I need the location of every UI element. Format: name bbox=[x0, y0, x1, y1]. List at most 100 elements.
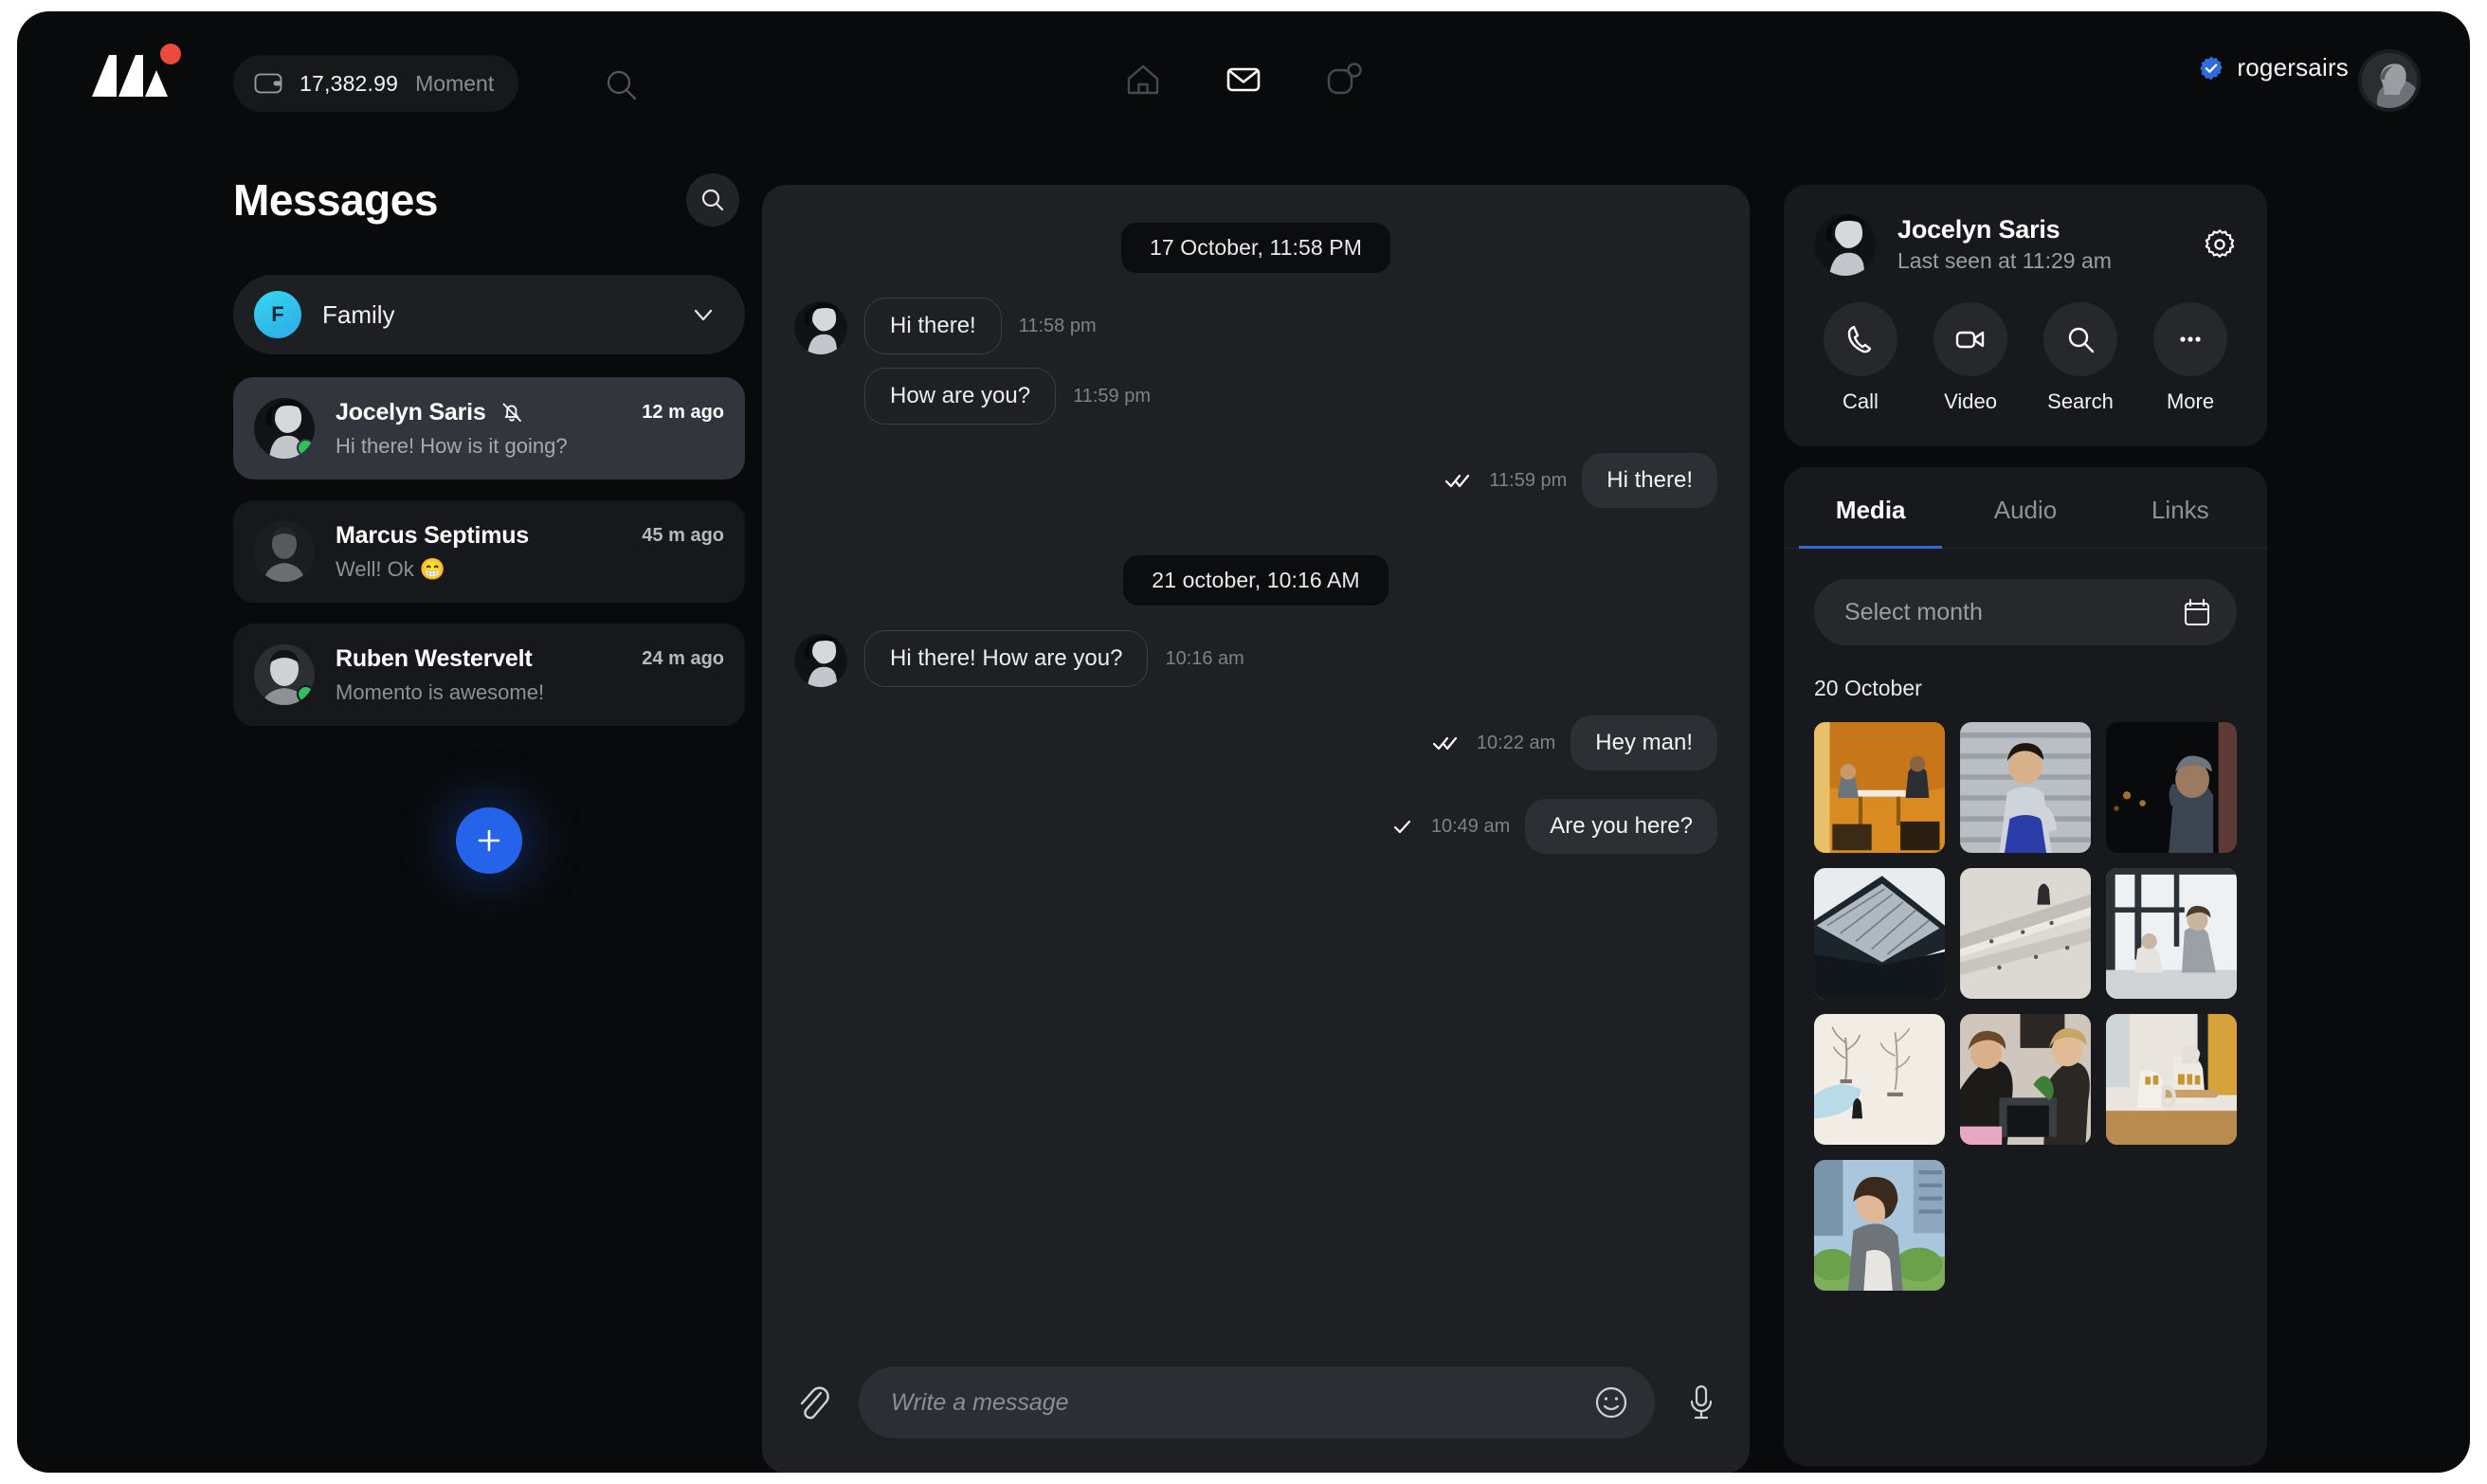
avatar[interactable] bbox=[2358, 49, 2421, 112]
plus-icon bbox=[475, 826, 503, 855]
action-label: More bbox=[2167, 389, 2214, 414]
list-item-preview: Well! Ok 😁 bbox=[336, 557, 724, 582]
message-time: 11:59 pm bbox=[1073, 386, 1151, 407]
media-thumbnail[interactable] bbox=[1814, 1014, 1945, 1145]
list-item-preview: Hi there! How is it going? bbox=[336, 434, 724, 459]
chevron-down-icon bbox=[690, 301, 717, 328]
media-thumbnail[interactable] bbox=[1814, 868, 1945, 999]
conversation-list: Jocelyn Saris 12 m ago Hi there! How is … bbox=[233, 377, 745, 726]
message-time: 10:49 am bbox=[1431, 816, 1510, 838]
media-thumbnail[interactable] bbox=[1814, 722, 1945, 853]
media-thumbnail[interactable] bbox=[1960, 722, 2091, 853]
gear-icon[interactable] bbox=[2203, 227, 2237, 262]
message-bubble: Hi there! bbox=[1582, 453, 1717, 508]
tab-media[interactable]: Media bbox=[1793, 467, 1948, 548]
quick-actions: Call Video bbox=[1814, 302, 2237, 414]
media-thumbnail[interactable] bbox=[2106, 722, 2237, 853]
search-icon[interactable] bbox=[603, 66, 641, 104]
double-check-icon bbox=[1433, 733, 1461, 752]
media-thumbnail[interactable] bbox=[1814, 1160, 1945, 1291]
avatar bbox=[794, 301, 847, 354]
message-bubble: Hi there! bbox=[864, 298, 1002, 354]
search-button[interactable]: Search bbox=[2034, 302, 2127, 414]
media-thumbnail[interactable] bbox=[2106, 1014, 2237, 1145]
online-indicator bbox=[297, 439, 315, 457]
outgoing-message-row: 10:22 am Hey man! bbox=[794, 715, 1717, 770]
chat-panel: 17 October, 11:58 PM Hi there! 11:58 bbox=[762, 185, 1750, 1473]
media-tabs: Media Audio Links bbox=[1784, 467, 2267, 549]
logo-notification-dot bbox=[160, 44, 181, 64]
day-separator-label: 21 october, 10:16 AM bbox=[1123, 555, 1388, 606]
new-conversation-button[interactable] bbox=[456, 807, 522, 874]
list-item-preview: Momento is awesome! bbox=[336, 680, 724, 705]
contact-name: Jocelyn Saris bbox=[1897, 215, 2203, 244]
calendar-icon bbox=[2182, 597, 2212, 627]
messages-sidebar: Messages F Family bbox=[233, 171, 745, 1431]
tab-links[interactable]: Links bbox=[2103, 467, 2258, 548]
phone-icon bbox=[1843, 322, 1878, 356]
list-item-time: 12 m ago bbox=[642, 402, 724, 424]
avatar bbox=[254, 521, 315, 582]
username-label: rogersairs bbox=[2237, 53, 2349, 82]
incoming-message-group: Hi there! 11:58 pm How are you? 11:59 pm bbox=[794, 298, 1717, 425]
list-item[interactable]: Marcus Septimus 45 m ago Well! Ok 😁 bbox=[233, 500, 745, 603]
sidebar-header: Messages bbox=[233, 171, 745, 229]
sidebar-search-button[interactable] bbox=[686, 173, 739, 226]
media-card: Media Audio Links Select month 20 Octobe… bbox=[1784, 467, 2267, 1466]
media-thumbnail[interactable] bbox=[1960, 1014, 2091, 1145]
more-button[interactable]: More bbox=[2144, 302, 2237, 414]
media-thumbnail[interactable] bbox=[2106, 868, 2237, 999]
online-indicator bbox=[297, 685, 315, 703]
tab-audio[interactable]: Audio bbox=[1948, 467, 2102, 548]
app-window: 17,382.99 Moment bbox=[17, 11, 2470, 1473]
message-time: 10:16 am bbox=[1165, 648, 1244, 670]
avatar bbox=[254, 644, 315, 705]
wallet-label: Moment bbox=[415, 71, 494, 97]
list-item[interactable]: Ruben Westervelt 24 m ago Momento is awe… bbox=[233, 624, 745, 726]
bell-badge-icon[interactable] bbox=[1323, 59, 1365, 100]
group-selector[interactable]: F Family bbox=[233, 275, 745, 354]
list-item[interactable]: Jocelyn Saris 12 m ago Hi there! How is … bbox=[233, 377, 745, 480]
message-bubble: Are you here? bbox=[1525, 799, 1717, 854]
call-button[interactable]: Call bbox=[1814, 302, 1907, 414]
contact-card: Jocelyn Saris Last seen at 11:29 am Call bbox=[1784, 185, 2267, 446]
action-label: Search bbox=[2047, 389, 2114, 414]
microphone-icon[interactable] bbox=[1685, 1382, 1717, 1423]
home-icon[interactable] bbox=[1122, 59, 1164, 100]
user-identity[interactable]: rogersairs bbox=[2199, 53, 2349, 82]
day-separator-label: 17 October, 11:58 PM bbox=[1121, 223, 1390, 273]
message-input[interactable] bbox=[891, 1389, 1592, 1417]
message-bubble: How are you? bbox=[864, 368, 1056, 425]
group-name-label: Family bbox=[322, 300, 690, 330]
message-row: How are you? 11:59 pm bbox=[864, 368, 1151, 425]
media-date-label: 20 October bbox=[1814, 676, 2267, 701]
message-time: 11:59 pm bbox=[1489, 470, 1567, 492]
month-filter[interactable]: Select month bbox=[1814, 579, 2237, 645]
media-grid bbox=[1814, 722, 2237, 1291]
paperclip-icon[interactable] bbox=[794, 1382, 830, 1423]
message-row: Hi there! 11:58 pm bbox=[864, 298, 1151, 354]
new-conversation-area bbox=[233, 807, 745, 874]
month-filter-placeholder: Select month bbox=[1844, 599, 2182, 626]
page-title: Messages bbox=[233, 174, 438, 226]
momento-logo[interactable] bbox=[88, 47, 173, 100]
message-thread[interactable]: 17 October, 11:58 PM Hi there! 11:58 bbox=[762, 185, 1750, 1331]
message-bubble: Hey man! bbox=[1570, 715, 1717, 770]
smiley-icon[interactable] bbox=[1592, 1384, 1630, 1421]
avatar bbox=[794, 634, 847, 687]
list-item-time: 45 m ago bbox=[642, 525, 724, 547]
mail-icon[interactable] bbox=[1223, 59, 1264, 100]
message-input-wrapper[interactable] bbox=[859, 1366, 1655, 1439]
ellipsis-icon bbox=[2173, 322, 2207, 356]
outgoing-message-row: 11:59 pm Hi there! bbox=[794, 453, 1717, 508]
media-thumbnail[interactable] bbox=[1960, 868, 2091, 999]
list-item-time: 24 m ago bbox=[642, 648, 724, 670]
message-bubble: Hi there! How are you? bbox=[864, 630, 1148, 687]
video-camera-icon bbox=[1953, 322, 1988, 356]
message-time: 10:22 am bbox=[1477, 733, 1555, 754]
group-badge: F bbox=[254, 291, 301, 338]
wallet-balance-pill[interactable]: 17,382.99 Moment bbox=[233, 55, 518, 112]
wallet-amount: 17,382.99 bbox=[300, 71, 398, 97]
video-button[interactable]: Video bbox=[1924, 302, 2017, 414]
incoming-message-group: Hi there! How are you? 10:16 am bbox=[794, 630, 1717, 687]
